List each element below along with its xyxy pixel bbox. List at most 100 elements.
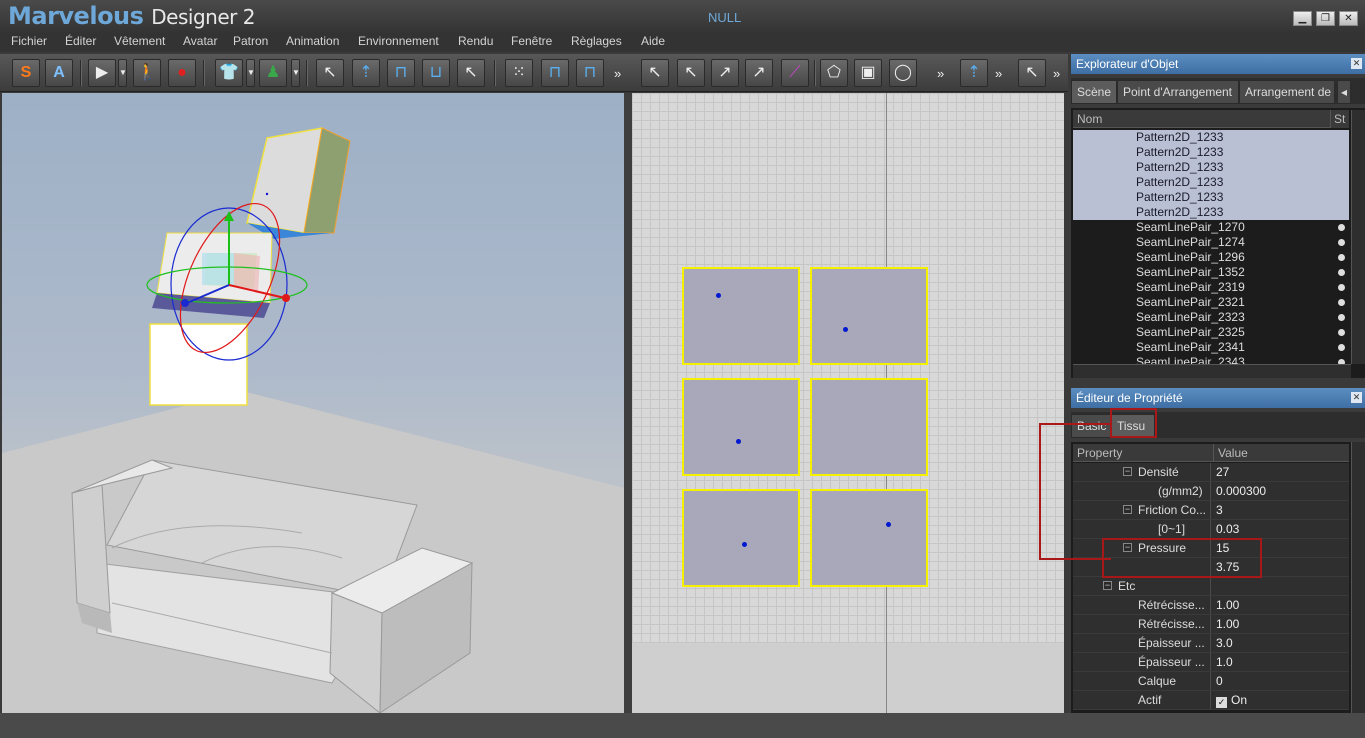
tree-horizontal-scrollbar[interactable] — [1073, 364, 1351, 378]
property-value[interactable]: 1.00 — [1216, 596, 1239, 614]
tree-item[interactable]: Pattern2D_1233 — [1073, 175, 1349, 190]
tree-item[interactable]: Pattern2D_1233 — [1073, 205, 1349, 220]
tab-arrangement-point[interactable]: Point d'Arrangement — [1117, 80, 1239, 104]
property-row[interactable]: Épaisseur ... 1.0 — [1073, 653, 1349, 672]
property-value[interactable]: 3 — [1216, 501, 1223, 519]
jacket-icon[interactable]: ⊓ — [576, 59, 604, 87]
property-value[interactable]: 1.00 — [1216, 615, 1239, 633]
simulation-mode-button[interactable]: S — [12, 59, 40, 87]
visibility-dot-icon[interactable] — [1338, 299, 1345, 306]
points-icon[interactable]: ⁙ — [505, 59, 533, 87]
menu-reglages[interactable]: Règlages — [571, 34, 622, 48]
property-row[interactable]: − Densité 27 — [1073, 463, 1349, 482]
pattern-piece[interactable] — [682, 378, 800, 476]
menu-patron[interactable]: Patron — [233, 34, 268, 48]
select-mesh-icon[interactable]: ↖ — [457, 59, 485, 87]
rectangle-icon[interactable]: ▣ — [854, 59, 882, 87]
property-value[interactable]: 1.0 — [1216, 653, 1233, 671]
property-row[interactable]: Actif ✓ On — [1073, 691, 1349, 710]
move-pattern-icon[interactable]: ⇡ — [352, 59, 380, 87]
seam-tool-icon[interactable]: ⇡ — [960, 59, 988, 87]
checkbox-icon[interactable]: ✓ — [1216, 697, 1227, 708]
property-row[interactable]: − Friction Co... 3 — [1073, 501, 1349, 520]
toolbar-more-icon[interactable]: » — [1053, 66, 1060, 81]
property-value[interactable]: 0 — [1216, 672, 1223, 690]
property-row[interactable]: (g/mm2) 0.000300 — [1073, 482, 1349, 501]
close-icon[interactable]: ✕ — [1351, 58, 1362, 69]
select-pointer-icon[interactable]: ↖ — [316, 59, 344, 87]
pattern-piece[interactable] — [682, 489, 800, 587]
visibility-dot-icon[interactable] — [1338, 224, 1345, 231]
tree-item[interactable]: SeamLinePair_1296 — [1073, 250, 1349, 265]
avatar-icon[interactable]: ♟ — [259, 59, 287, 87]
record-icon[interactable]: ● — [168, 59, 196, 87]
close-button[interactable]: ✕ — [1339, 11, 1358, 26]
tree-item[interactable]: SeamLinePair_1274 — [1073, 235, 1349, 250]
column-header-name[interactable]: Nom — [1073, 110, 1349, 128]
pants-icon[interactable]: ⊓ — [541, 59, 569, 87]
menu-vetement[interactable]: Vêtement — [114, 34, 165, 48]
toolbar-more-icon[interactable]: » — [614, 66, 621, 81]
visibility-dot-icon[interactable] — [1338, 344, 1345, 351]
visibility-dot-icon[interactable] — [1338, 269, 1345, 276]
garment-dropdown-icon[interactable]: ▼ — [246, 59, 255, 87]
close-icon[interactable]: ✕ — [1351, 392, 1362, 403]
selected-cloth-block[interactable] — [152, 232, 273, 318]
toolbar-more-icon[interactable]: » — [937, 66, 944, 81]
tab-scene[interactable]: Scène — [1071, 80, 1117, 104]
toolbar-more-icon[interactable]: » — [995, 66, 1002, 81]
visibility-dot-icon[interactable] — [1338, 284, 1345, 291]
property-row[interactable]: − Etc — [1073, 577, 1349, 596]
tree-item[interactable]: SeamLinePair_1270 — [1073, 220, 1349, 235]
walk-icon[interactable]: 🚶 — [133, 59, 161, 87]
tree-item[interactable]: SeamLinePair_2323 — [1073, 310, 1349, 325]
menu-environnement[interactable]: Environnement — [358, 34, 439, 48]
property-value[interactable]: 27 — [1216, 463, 1229, 481]
property-value[interactable]: 0.000300 — [1216, 482, 1266, 500]
play-dropdown-icon[interactable]: ▼ — [118, 59, 127, 87]
tree-item[interactable]: Pattern2D_1233 — [1073, 190, 1349, 205]
menu-fichier[interactable]: Fichier — [11, 34, 47, 48]
tree-item[interactable]: Pattern2D_1233 — [1073, 160, 1349, 175]
3d-viewport[interactable] — [2, 93, 624, 713]
pattern-piece[interactable] — [682, 267, 800, 365]
property-value[interactable]: 0.03 — [1216, 520, 1239, 538]
property-row[interactable]: Rétrécisse... 1.00 — [1073, 596, 1349, 615]
menu-avatar[interactable]: Avatar — [183, 34, 217, 48]
property-row[interactable]: Rétrécisse... 1.00 — [1073, 615, 1349, 634]
white-cloth-panel[interactable] — [149, 323, 248, 406]
column-header-state[interactable]: St — [1330, 110, 1349, 128]
2d-edit-point-icon[interactable]: ↖ — [677, 59, 705, 87]
unfold-icon[interactable]: ⊔ — [422, 59, 450, 87]
minimize-button[interactable]: ▁ — [1293, 11, 1312, 26]
tree-item[interactable]: SeamLinePair_2325 — [1073, 325, 1349, 340]
pattern-piece[interactable] — [810, 378, 928, 476]
visibility-dot-icon[interactable] — [1338, 329, 1345, 336]
texture-select-icon[interactable]: ↖ — [1018, 59, 1046, 87]
avatar-dropdown-icon[interactable]: ▼ — [291, 59, 300, 87]
2d-line-icon[interactable]: ⟋ — [781, 59, 809, 87]
tab-arrangement[interactable]: Arrangement de — [1239, 80, 1335, 104]
tree-item[interactable]: SeamLinePair_2341 — [1073, 340, 1349, 355]
circle-icon[interactable]: ◯ — [889, 59, 917, 87]
polygon-icon[interactable]: ⬠ — [820, 59, 848, 87]
menu-editer[interactable]: Éditer — [65, 34, 96, 48]
menu-rendu[interactable]: Rendu — [458, 34, 493, 48]
viewport-splitter[interactable] — [624, 93, 632, 713]
pattern-piece[interactable] — [810, 489, 928, 587]
property-row[interactable]: Calque 0 — [1073, 672, 1349, 691]
fold-icon[interactable]: ⊓ — [387, 59, 415, 87]
2d-select-icon[interactable]: ↖ — [641, 59, 669, 87]
play-icon[interactable]: ▶ — [88, 59, 116, 87]
tab-scroll-left-icon[interactable]: ◂ — [1337, 80, 1351, 104]
visibility-dot-icon[interactable] — [1338, 314, 1345, 321]
2d-transform-icon[interactable]: ↗ — [711, 59, 739, 87]
tree-item[interactable]: SeamLinePair_2321 — [1073, 295, 1349, 310]
tree-item[interactable]: Pattern2D_1233 — [1073, 145, 1349, 160]
garment-icon[interactable]: 👕 — [215, 59, 243, 87]
visibility-dot-icon[interactable] — [1338, 254, 1345, 261]
visibility-dot-icon[interactable] — [1338, 239, 1345, 246]
tree-item[interactable]: SeamLinePair_1352 — [1073, 265, 1349, 280]
menu-aide[interactable]: Aide — [641, 34, 665, 48]
2d-pattern-window[interactable] — [632, 93, 1064, 713]
